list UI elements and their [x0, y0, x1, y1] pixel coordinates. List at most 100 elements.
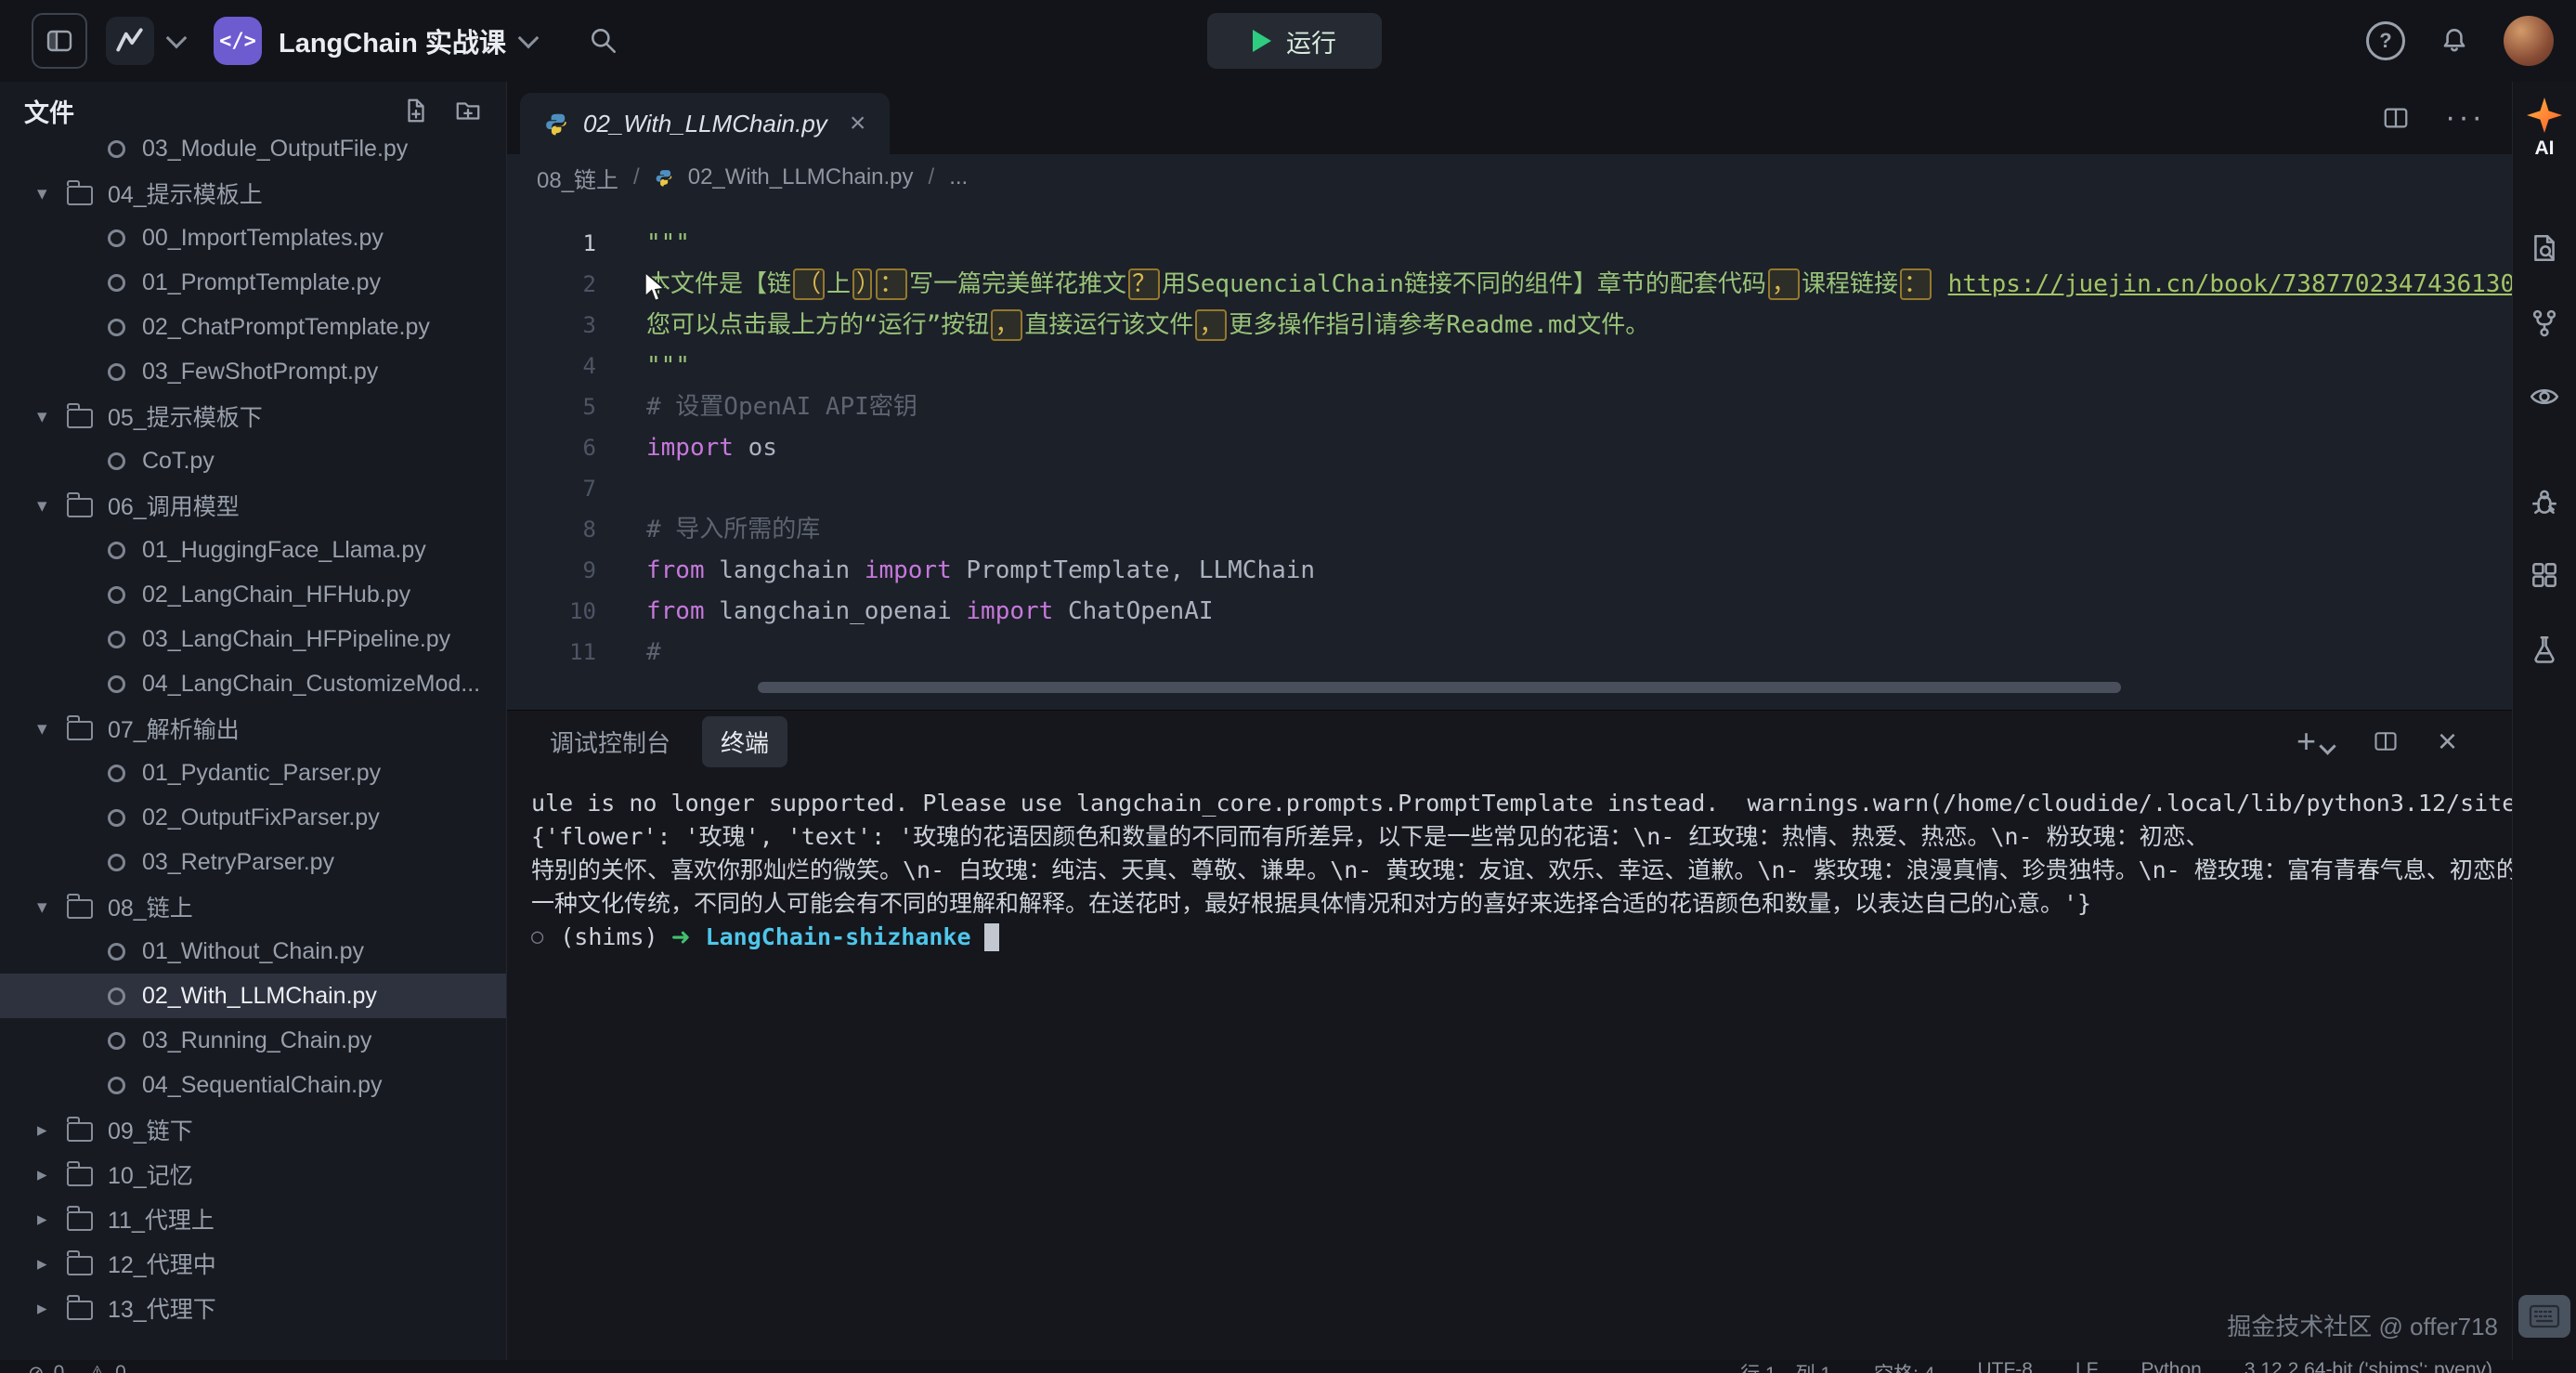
- tree-file-02_LangChain_HFHub.py[interactable]: 02_LangChain_HFHub.py: [0, 572, 506, 617]
- code-line-content: from langchain_openai import ChatOpenAI: [609, 591, 2513, 632]
- tree-file-03_Running_Chain.py[interactable]: 03_Running_Chain.py: [0, 1018, 506, 1063]
- breadcrumb: 08_链上 / 02_With_LLMChain.py / ...: [507, 154, 2513, 201]
- more-actions-icon[interactable]: ···: [2445, 111, 2485, 124]
- search-icon[interactable]: [588, 25, 619, 57]
- tree-folder-09_链下[interactable]: ▸09_链下: [0, 1107, 506, 1152]
- tree-file-00_ImportTemplates.py[interactable]: 00_ImportTemplates.py: [0, 216, 506, 260]
- new-terminal-button[interactable]: +: [2296, 725, 2334, 758]
- status-item[interactable]: 行 1，列 1: [1740, 1359, 1831, 1373]
- code-token: 课程链接: [1802, 270, 1898, 298]
- command-decoration-icon: ○: [531, 921, 543, 954]
- status-item[interactable]: LF: [2075, 1359, 2099, 1373]
- folder-icon: [67, 899, 93, 919]
- code-token: 您可以点击最上方的“运行”按钮: [646, 311, 989, 339]
- new-folder-icon[interactable]: [454, 97, 482, 124]
- chevron-down-icon[interactable]: [518, 28, 540, 49]
- close-panel-icon[interactable]: ×: [2438, 725, 2457, 758]
- line-number: 1: [507, 223, 609, 264]
- code-line-6[interactable]: 6import os: [507, 427, 2513, 468]
- tree-file-03_LangChain_HFPipeline.py[interactable]: 03_LangChain_HFPipeline.py: [0, 617, 506, 661]
- code-editor[interactable]: 1"""2本文件是【链（上）：写一篇完美鲜花推文？用SequencialChai…: [507, 201, 2513, 710]
- test-flask-icon[interactable]: [2529, 634, 2560, 665]
- status-item[interactable]: Python: [2140, 1359, 2201, 1373]
- code-line-11[interactable]: 11#: [507, 632, 2513, 673]
- panel-toggle-button[interactable]: [32, 13, 87, 69]
- folder-icon: [67, 186, 93, 205]
- terminal-prompt-line[interactable]: ○ (shims) ➜ LangChain-shizhanke: [531, 921, 2485, 954]
- run-button[interactable]: 运行: [1207, 13, 1382, 69]
- problems-indicator[interactable]: ⊘ 0 ⚠ 0: [28, 1362, 141, 1373]
- breadcrumb-folder[interactable]: 08_链上: [537, 162, 618, 194]
- tree-folder-05_提示模板下[interactable]: ▾05_提示模板下: [0, 394, 506, 438]
- code-line-content: 您可以点击最上方的“运行”按钮，直接运行该文件，更多操作指引请参考Readme.…: [609, 305, 2513, 346]
- code-line-5[interactable]: 5# 设置OpenAI API密钥: [507, 386, 2513, 427]
- extensions-grid-icon[interactable]: [2529, 559, 2560, 591]
- ai-assistant-button[interactable]: AI: [2524, 95, 2565, 160]
- breadcrumb-more[interactable]: ...: [949, 164, 968, 190]
- project-title[interactable]: LangChain 实战课: [279, 21, 506, 60]
- code-line-7[interactable]: 7: [507, 468, 2513, 509]
- eye-preview-icon[interactable]: [2529, 381, 2560, 412]
- tree-file-03_RetryParser.py[interactable]: 03_RetryParser.py: [0, 840, 506, 884]
- virtual-keyboard-button[interactable]: [2518, 1295, 2570, 1338]
- tree-folder-10_记忆[interactable]: ▸10_记忆: [0, 1152, 506, 1196]
- tree-folder-06_调用模型[interactable]: ▾06_调用模型: [0, 483, 506, 528]
- status-item[interactable]: 空格: 4: [1874, 1359, 1934, 1373]
- tree-file-01_Pydantic_Parser.py[interactable]: 01_Pydantic_Parser.py: [0, 751, 506, 795]
- code-line-4[interactable]: 4""": [507, 346, 2513, 386]
- help-icon[interactable]: ?: [2366, 21, 2405, 60]
- code-line-9[interactable]: 9from langchain import PromptTemplate, L…: [507, 550, 2513, 591]
- app-logo[interactable]: [106, 17, 154, 65]
- tree-file-03_Module_OutputFile.py[interactable]: 03_Module_OutputFile.py: [0, 139, 506, 171]
- code-token: ，: [991, 309, 1022, 341]
- tree-file-01_HuggingFace_Llama.py[interactable]: 01_HuggingFace_Llama.py: [0, 528, 506, 572]
- tree-folder-11_代理上[interactable]: ▸11_代理上: [0, 1196, 506, 1241]
- notifications-bell-icon[interactable]: [2439, 25, 2470, 57]
- split-terminal-icon[interactable]: [2373, 728, 2399, 754]
- tree-file-02_ChatPromptTemplate.py[interactable]: 02_ChatPromptTemplate.py: [0, 305, 506, 349]
- code-token: """: [646, 352, 690, 380]
- file-search-icon[interactable]: [2529, 232, 2560, 264]
- tree-file-02_OutputFixParser.py[interactable]: 02_OutputFixParser.py: [0, 795, 506, 840]
- warning-icon: ⚠: [88, 1362, 106, 1373]
- breadcrumb-file[interactable]: 02_With_LLMChain.py: [688, 164, 914, 190]
- new-file-icon[interactable]: [402, 97, 430, 124]
- tab-debug-console[interactable]: 调试控制台: [531, 716, 689, 767]
- tree-file-03_FewShotPrompt.py[interactable]: 03_FewShotPrompt.py: [0, 349, 506, 394]
- split-editor-icon[interactable]: [2382, 104, 2410, 132]
- chevron-right-icon: ▸: [37, 1252, 67, 1275]
- tree-file-01_Without_Chain.py[interactable]: 01_Without_Chain.py: [0, 929, 506, 974]
- bug-debug-icon[interactable]: [2529, 485, 2560, 517]
- code-line-1[interactable]: 1""": [507, 223, 2513, 264]
- tree-file-04_SequentialChain.py[interactable]: 04_SequentialChain.py: [0, 1063, 506, 1107]
- tree-file-CoT.py[interactable]: CoT.py: [0, 438, 506, 483]
- tab-02-with-llmchain[interactable]: 02_With_LLMChain.py ×: [520, 93, 890, 154]
- tree-item-label: 03_LangChain_HFPipeline.py: [142, 626, 450, 653]
- chevron-down-icon[interactable]: [166, 28, 188, 49]
- folder-icon: [67, 1301, 93, 1320]
- code-line-3[interactable]: 3您可以点击最上方的“运行”按钮，直接运行该文件，更多操作指引请参考Readme…: [507, 305, 2513, 346]
- tree-file-04_LangChain_CustomizeMod...[interactable]: 04_LangChain_CustomizeMod...: [0, 661, 506, 706]
- user-avatar[interactable]: [2504, 16, 2554, 66]
- tree-folder-08_链上[interactable]: ▾08_链上: [0, 884, 506, 929]
- tree-item-label: 02_LangChain_HFHub.py: [142, 582, 410, 608]
- tree-file-02_With_LLMChain.py[interactable]: 02_With_LLMChain.py: [0, 974, 506, 1018]
- close-icon[interactable]: ×: [850, 110, 866, 137]
- tab-terminal[interactable]: 终端: [702, 716, 787, 767]
- python-file-icon: [108, 452, 125, 470]
- tree-folder-12_代理中[interactable]: ▸12_代理中: [0, 1241, 506, 1286]
- tree-folder-13_代理下[interactable]: ▸13_代理下: [0, 1286, 506, 1330]
- line-number: 3: [507, 305, 609, 346]
- status-item[interactable]: 3.12.2 64-bit ('shims': pyenv): [2244, 1359, 2492, 1373]
- tree-folder-04_提示模板上[interactable]: ▾04_提示模板上: [0, 171, 506, 216]
- code-line-8[interactable]: 8# 导入所需的库: [507, 509, 2513, 550]
- git-branch-icon[interactable]: [2529, 307, 2560, 338]
- code-line-2[interactable]: 2本文件是【链（上）：写一篇完美鲜花推文？用SequencialChain链接不…: [507, 264, 2513, 305]
- tree-file-01_PromptTemplate.py[interactable]: 01_PromptTemplate.py: [0, 260, 506, 305]
- status-item[interactable]: UTF-8: [1977, 1359, 2033, 1373]
- tree-folder-07_解析输出[interactable]: ▾07_解析输出: [0, 706, 506, 751]
- code-line-10[interactable]: 10from langchain_openai import ChatOpenA…: [507, 591, 2513, 632]
- horizontal-scrollbar[interactable]: [758, 682, 2121, 693]
- terminal[interactable]: ule is no longer supported. Please use l…: [507, 772, 2513, 1360]
- terminal-output-line: /home/cloudide/.local/lib/python3.12/sit…: [1943, 790, 2513, 817]
